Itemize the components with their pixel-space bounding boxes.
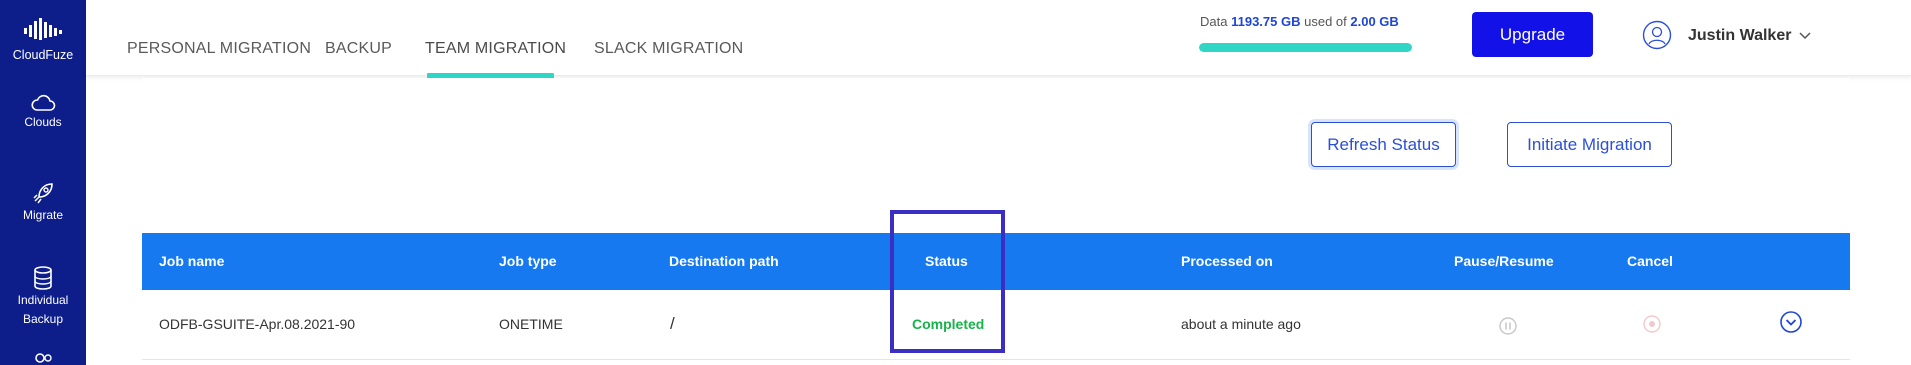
cloudfuze-logo-icon [24,18,62,40]
tab-backup[interactable]: BACKUP [325,40,392,58]
storage-used: 1193.75 GB [1231,14,1301,29]
storage-middle: used of [1304,14,1347,29]
tab-slack-migration[interactable]: SLACK MIGRATION [594,40,743,58]
sidebar-item-clouds[interactable]: Clouds [0,93,86,132]
column-header-pause-resume: Pause/Resume [1454,253,1554,269]
cell-job-name: ODFB-GSUITE-Apr.08.2021-90 [159,316,356,332]
status-column-highlight [890,210,1005,353]
tab-personal-migration[interactable]: PERSONAL MIGRATION [127,40,311,58]
users-icon [35,353,52,363]
sidebar-item-label: Clouds [24,115,62,129]
sidebar-item-label-line2: Backup [22,312,64,326]
chevron-down-icon[interactable] [1798,31,1812,41]
cell-destination-path: / [670,314,675,333]
tab-team-migration[interactable]: TEAM MIGRATION [425,40,566,58]
storage-progress-fill [1199,43,1412,52]
cloud-icon [31,94,56,111]
cell-processed-on: about a minute ago [1181,316,1301,332]
sidebar-item-label-line1: Individual [17,293,69,307]
expand-row-icon[interactable] [1779,310,1803,334]
logo-label: CloudFuze [12,48,74,62]
column-header-job-type: Job type [499,253,557,269]
sidebar-item-individual-backup[interactable]: Individual Backup [0,265,86,329]
storage-usage-text: Data 1193.75 GB used of 2.00 GB [1200,14,1399,29]
user-name[interactable]: Justin Walker [1688,27,1791,45]
top-header: PERSONAL MIGRATION BACKUP TEAM MIGRATION… [86,0,1911,79]
sidebar-item-migrate[interactable]: Migrate [0,180,86,225]
app-root: CloudFuze Clouds Migrate Individual Back… [0,0,1911,365]
rocket-icon [33,183,53,204]
cell-job-type: ONETIME [499,316,563,332]
cloudfuze-logo[interactable]: CloudFuze [0,16,86,65]
column-header-cancel: Cancel [1627,253,1673,269]
user-avatar-icon[interactable] [1642,20,1672,50]
upgrade-button[interactable]: Upgrade [1472,12,1593,57]
storage-prefix: Data [1200,14,1228,29]
refresh-status-button[interactable]: Refresh Status [1311,122,1456,167]
storage-progress-bar [1199,43,1412,52]
sidebar-item-label: Migrate [22,208,63,222]
initiate-migration-button[interactable]: Initiate Migration [1507,122,1672,167]
column-header-destination-path: Destination path [669,253,779,269]
storage-total: 2.00 GB [1350,14,1399,29]
cancel-icon[interactable] [1642,314,1662,334]
sidebar: CloudFuze Clouds Migrate Individual Back… [0,0,86,365]
database-icon [34,266,52,290]
pause-icon[interactable] [1498,316,1518,336]
column-header-job-name: Job name [159,253,225,269]
sidebar-item-users[interactable] [0,352,86,365]
column-header-processed-on: Processed on [1181,253,1273,269]
